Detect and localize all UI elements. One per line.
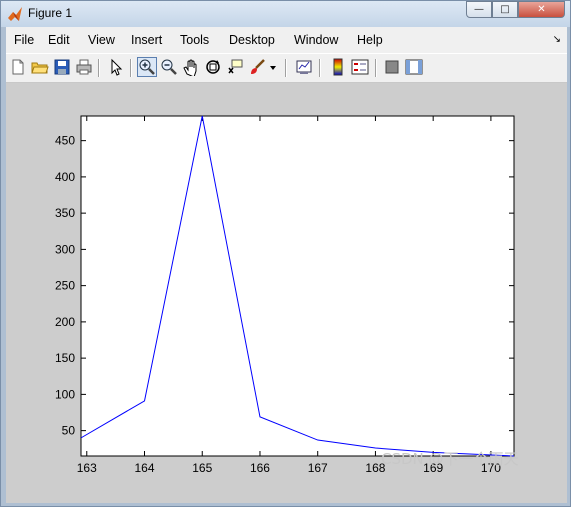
menu-edit[interactable]: Edit (48, 33, 70, 47)
toolbar-separator (375, 59, 377, 77)
y-tick-label: 450 (55, 134, 75, 148)
x-tick-label: 164 (134, 461, 154, 475)
edit-plot-arrow-icon[interactable] (106, 57, 126, 77)
y-tick-label: 100 (55, 387, 75, 401)
window-title: Figure 1 (28, 6, 73, 20)
close-button[interactable]: ✕ (518, 1, 565, 18)
menu-bar: File Edit View Insert Tools Desktop Wind… (6, 30, 567, 52)
figure-window: Figure 1 — □ ✕ File Edit View Insert Too… (0, 0, 571, 507)
brush-icon[interactable] (247, 57, 267, 77)
title-bar[interactable]: Figure 1 — □ ✕ (1, 1, 570, 27)
x-tick-label: 165 (192, 461, 212, 475)
y-tick-label: 200 (55, 315, 75, 329)
rotate-3d-icon[interactable] (203, 57, 223, 77)
csdn-watermark: CSDN @下一个雨天 (381, 450, 519, 468)
print-icon[interactable] (74, 57, 94, 77)
x-tick-label: 166 (250, 461, 270, 475)
colorbar-icon[interactable] (328, 57, 348, 77)
link-plot-icon[interactable] (294, 57, 314, 77)
maximize-button[interactable]: □ (492, 1, 518, 18)
menu-desktop[interactable]: Desktop (229, 33, 275, 47)
x-tick-label: 163 (77, 461, 97, 475)
data-cursor-icon[interactable] (225, 57, 245, 77)
figure-canvas[interactable]: 163 164 165 166 167 168 169 170 50 100 150 200 250 30… (6, 83, 567, 503)
menu-window[interactable]: Window (294, 33, 338, 47)
menu-tools[interactable]: Tools (180, 33, 209, 47)
y-tick-label: 400 (55, 170, 75, 184)
axes[interactable]: 163 164 165 166 167 168 169 1705010015020025030… (6, 83, 567, 503)
show-plot-tools-icon[interactable] (404, 57, 424, 77)
axes-background (80, 115, 515, 457)
toolbar-separator (98, 59, 100, 77)
y-tick-label: 300 (55, 242, 75, 256)
hide-plot-tools-icon[interactable] (382, 57, 402, 77)
minimize-button[interactable]: — (466, 1, 492, 18)
save-icon[interactable] (52, 57, 72, 77)
y-tick-label: 250 (55, 279, 75, 293)
menu-view[interactable]: View (88, 33, 115, 47)
toolbar-separator (319, 59, 321, 77)
menubar-dock-arrow-icon[interactable]: ↘ (553, 34, 561, 45)
figure-client-area: File Edit View Insert Tools Desktop Wind… (6, 27, 567, 503)
y-tick-label: 50 (62, 424, 76, 438)
zoom-in-icon[interactable] (137, 57, 157, 77)
matlab-logo-icon (8, 7, 22, 21)
toolbar-separator (285, 59, 287, 77)
menu-help[interactable]: Help (357, 33, 383, 47)
new-figure-icon[interactable] (8, 57, 28, 77)
menu-file[interactable]: File (14, 33, 34, 47)
open-file-icon[interactable] (30, 57, 50, 77)
legend-icon[interactable] (350, 57, 370, 77)
y-tick-label: 150 (55, 351, 75, 365)
zoom-out-icon[interactable] (159, 57, 179, 77)
toolbar-separator (130, 59, 132, 77)
brush-dropdown-icon[interactable] (267, 57, 279, 77)
menu-insert[interactable]: Insert (131, 33, 162, 47)
y-tick-label: 350 (55, 206, 75, 220)
x-tick-label: 167 (308, 461, 328, 475)
pan-hand-icon[interactable] (181, 57, 201, 77)
figure-toolbar (6, 53, 567, 83)
